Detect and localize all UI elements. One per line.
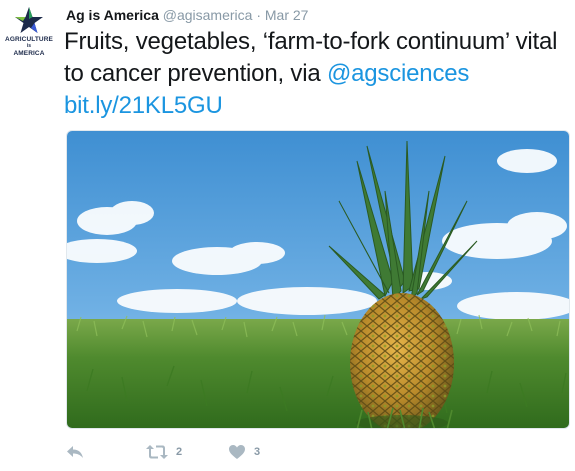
tweet-text-body: Fruits, vegetables, ‘farm-to-fork contin… (64, 28, 558, 87)
url-link[interactable]: bit.ly/21KL5GU (64, 92, 223, 119)
star-logo-icon (15, 7, 43, 33)
mention-link[interactable]: @agsciences (327, 60, 469, 87)
logo-line2: is (26, 43, 32, 49)
separator: · (256, 7, 261, 23)
pineapple-photo (67, 131, 569, 428)
display-name[interactable]: Ag is America (66, 7, 159, 23)
tweet-photo[interactable] (66, 130, 570, 429)
logo-wordmark: AGRICULTURE is AMERICA (4, 36, 54, 57)
like-count: 3 (254, 446, 261, 458)
heart-icon (229, 445, 245, 459)
reply-button[interactable] (66, 441, 84, 463)
tweet-date[interactable]: Mar 27 (265, 7, 309, 23)
logo-line3: AMERICA (13, 50, 45, 57)
tweet-header: Ag is America @agisamerica · Mar 27 (66, 6, 308, 24)
retweet-button[interactable]: 2 (146, 441, 182, 463)
logo-line1: AGRICULTURE (5, 36, 53, 43)
like-button[interactable]: 3 (228, 441, 260, 463)
tweet-text: Fruits, vegetables, ‘farm-to-fork contin… (64, 26, 564, 122)
retweet-count: 2 (176, 446, 183, 458)
tweet: AGRICULTURE is AMERICA Ag is America @ag… (0, 0, 575, 471)
reply-icon (67, 446, 83, 458)
avatar[interactable]: AGRICULTURE is AMERICA (4, 4, 54, 60)
retweet-icon (146, 445, 168, 459)
user-handle[interactable]: @agisamerica (163, 7, 253, 23)
tweet-actions: 2 3 (66, 441, 366, 463)
